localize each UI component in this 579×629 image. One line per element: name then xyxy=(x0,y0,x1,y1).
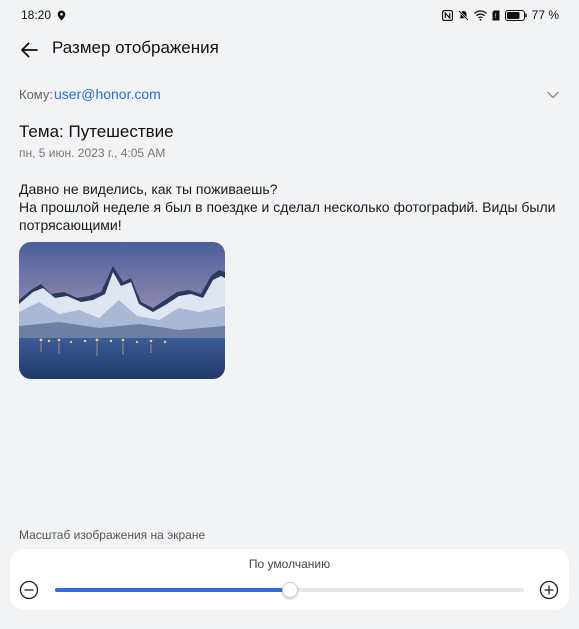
battery-level: 77 % xyxy=(531,8,559,22)
attached-photo[interactable] xyxy=(19,242,225,379)
zoom-in-icon[interactable] xyxy=(539,580,559,600)
recipient-row: Кому: user@honor.com xyxy=(19,84,563,104)
zoom-out-icon[interactable] xyxy=(19,580,39,600)
status-left: 18:20 xyxy=(21,8,66,22)
battery-icon xyxy=(504,9,527,21)
slider-fill xyxy=(55,588,290,592)
email-date: пн, 5 июн. 2023 г., 4:05 AM xyxy=(19,146,166,160)
bottom-bar xyxy=(0,616,579,629)
email-body: Давно не виделись, как ты поживаешь? На … xyxy=(19,180,559,234)
chevron-down-icon[interactable] xyxy=(547,87,559,102)
status-right: ! 77 % xyxy=(441,8,559,22)
recipient-address[interactable]: user@honor.com xyxy=(54,86,161,102)
wifi-icon xyxy=(473,9,487,21)
header: Размер отображения xyxy=(0,30,579,70)
status-bar: 18:20 ! 77 % xyxy=(0,0,579,30)
page-title: Размер отображения xyxy=(52,38,219,57)
email-subject: Тема: Путешествие xyxy=(19,122,174,141)
scale-section-label: Масштаб изображения на экране xyxy=(19,528,206,542)
slider-thumb[interactable] xyxy=(282,582,298,598)
recipient-label: Кому: xyxy=(19,86,53,102)
body-line-1: Давно не виделись, как ты поживаешь? xyxy=(19,181,278,197)
scale-card: По умолчанию xyxy=(10,549,569,610)
status-time: 18:20 xyxy=(21,8,52,22)
scale-value-label: По умолчанию xyxy=(248,557,331,571)
sim-icon: ! xyxy=(492,10,500,21)
location-icon xyxy=(57,10,66,21)
back-button[interactable] xyxy=(14,36,44,64)
nfc-icon xyxy=(441,9,453,21)
scale-slider[interactable] xyxy=(55,582,524,598)
mute-icon xyxy=(457,9,469,21)
body-line-2: На прошлой неделе я был в поездке и сдел… xyxy=(19,199,556,233)
svg-text:!: ! xyxy=(494,13,496,20)
back-arrow-icon xyxy=(21,42,38,58)
